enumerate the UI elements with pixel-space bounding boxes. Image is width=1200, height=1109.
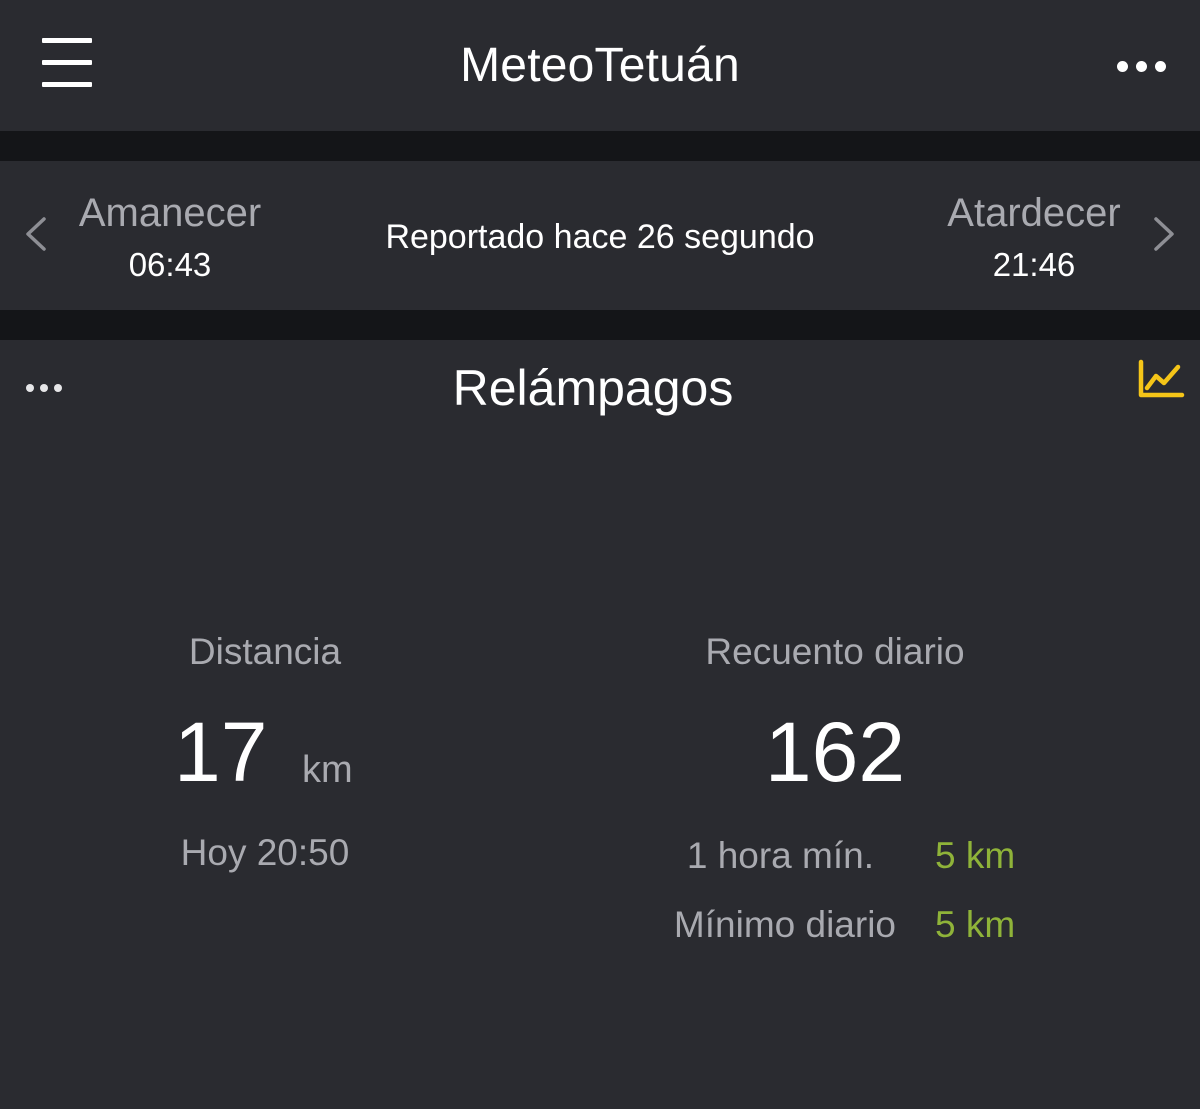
more-dots-icon[interactable] xyxy=(1112,58,1166,76)
distance-time: Hoy 20:50 xyxy=(180,832,350,873)
distance-label: Distancia xyxy=(188,631,342,672)
distance-value: 17 xyxy=(174,705,268,799)
sunset-time: 21:46 xyxy=(992,246,1076,283)
sunrise-label: Amanecer xyxy=(78,191,262,235)
chevron-right-icon[interactable] xyxy=(1148,209,1178,259)
line-chart-icon[interactable] xyxy=(1136,358,1186,402)
sun-times-bar: Amanecer 06:43 Reportado hace 26 segundo… xyxy=(0,161,1200,310)
hour-min-label: 1 hora mín. xyxy=(686,835,874,876)
daily-count-label: Recuento diario xyxy=(705,631,965,672)
lightning-card: Relámpagos Distancia 17 km Hoy 20:50 Rec… xyxy=(0,340,1200,1109)
app-title: MeteoTetuán xyxy=(460,39,740,92)
report-age: Reportado hace 26 segundo xyxy=(385,218,815,256)
card-title: Relámpagos xyxy=(452,360,734,416)
daily-min-value: 5 km xyxy=(935,904,1016,945)
hour-min-value: 5 km xyxy=(935,835,1016,876)
chevron-left-icon[interactable] xyxy=(22,209,52,259)
sunrise-time: 06:43 xyxy=(128,246,212,283)
daily-count-value: 162 xyxy=(764,705,906,799)
screen: MeteoTetuán Amanecer 06:43 Reportado hac… xyxy=(0,0,1200,1109)
daily-min-label: Mínimo diario xyxy=(673,904,896,945)
distance-unit: km xyxy=(302,749,353,791)
sunset-label: Atardecer xyxy=(947,191,1121,235)
app-bar: MeteoTetuán xyxy=(0,0,1200,131)
